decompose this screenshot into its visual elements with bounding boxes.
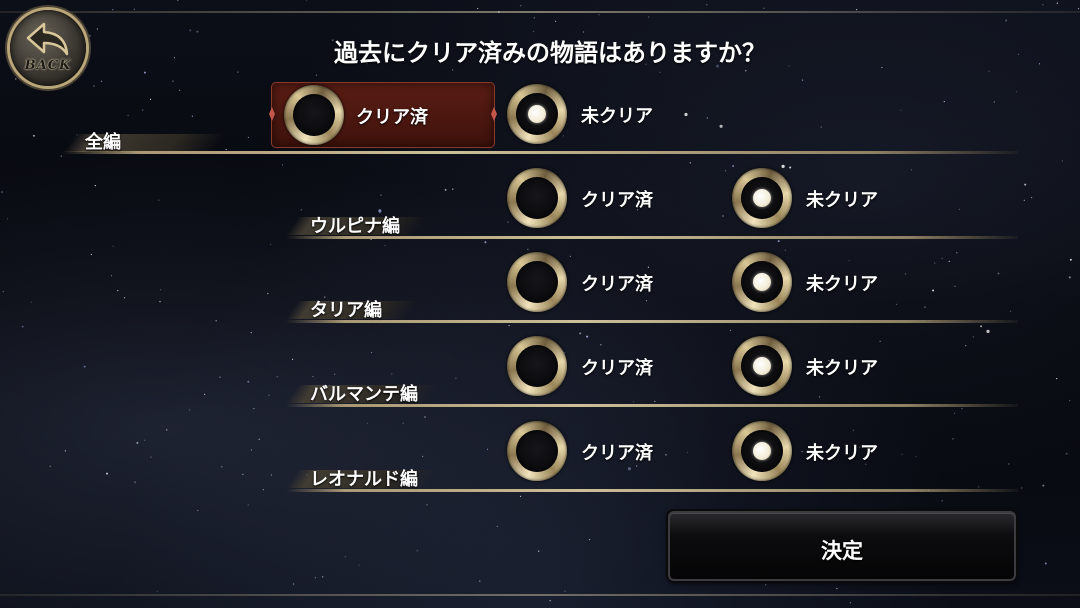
row-talia: タリア編 クリア済 未クリア [0,250,1080,340]
star [96,28,98,30]
option-talia-cleared[interactable]: クリア済 [507,250,717,314]
star [358,564,360,566]
star [477,7,479,10]
option-ulpina-not-cleared[interactable]: 未クリア [732,166,942,230]
star [189,29,192,32]
option-label: クリア済 [581,274,653,295]
row-leonardo: レオナルド編 クリア済 未クリア [0,419,1080,509]
radio-selected-dot-icon [528,105,546,123]
row-all: 全編 クリア済 未クリア [0,78,1080,168]
option-leonardo-not-cleared[interactable]: 未クリア [732,419,942,483]
star [745,70,747,72]
star [648,16,650,18]
star [496,525,498,527]
star [706,4,708,6]
star [315,74,317,76]
star [197,509,199,512]
star [237,71,239,73]
bottom-border [0,594,1080,596]
star [520,5,522,7]
radio-ring-icon [507,336,567,396]
page-title: 過去にクリア済みの物語はありますか？ [334,39,766,67]
radio-selected-dot-icon [753,442,771,460]
radio-selected-dot-icon [753,273,771,291]
star [538,550,540,552]
radio-ring-icon [507,421,567,481]
option-all-cleared[interactable]: クリア済 [271,82,495,148]
star [416,550,418,552]
option-talia-not-cleared[interactable]: 未クリア [732,250,942,314]
radio-selected-dot-icon [753,357,771,375]
star [836,587,838,590]
star [988,70,990,72]
star [659,71,661,73]
option-label: クリア済 [356,107,428,128]
radio-selected-dot-icon [753,189,771,207]
star [452,69,454,71]
row-label-balmante: バルマンテ編 [310,384,418,405]
option-label: クリア済 [581,443,653,464]
star [1077,8,1080,10]
option-label: 未クリア [806,358,878,379]
star [479,580,481,582]
star [314,577,317,579]
star [143,71,146,74]
option-balmante-cleared[interactable]: クリア済 [507,334,717,398]
option-label: 未クリア [806,443,878,464]
row-ulpina: ウルピナ編 クリア済 未クリア [0,166,1080,256]
row-label-leonardo: レオナルド編 [310,469,418,490]
confirm-button[interactable]: 決定 [668,511,1016,581]
star [156,590,158,592]
star [763,7,765,9]
star [765,584,767,586]
option-ulpina-cleared[interactable]: クリア済 [507,166,717,230]
star [1042,4,1044,6]
star [849,602,852,604]
radio-ring-icon [507,168,567,228]
row-label-all: 全編 [85,132,121,153]
option-balmante-not-cleared[interactable]: 未クリア [732,334,942,398]
option-label: 未クリア [581,106,653,127]
radio-ring-icon [284,85,344,145]
star [1044,562,1047,565]
confirm-label: 決定 [821,539,863,563]
star [177,0,179,2]
row-divider [62,151,1018,154]
top-border [0,11,1080,13]
option-label: 未クリア [806,274,878,295]
star [1005,19,1008,22]
option-label: クリア済 [581,190,653,211]
star [322,576,324,578]
option-label: 未クリア [806,190,878,211]
star [533,17,535,19]
game-screen: BACK 過去にクリア済みの物語はありますか？ 全編 クリア済 未クリア ウルピ… [0,0,1080,608]
star [305,0,308,1]
row-label-ulpina: ウルピナ編 [310,216,400,237]
star [549,600,551,602]
radio-ring-icon [507,252,567,312]
row-label-talia: タリア編 [310,300,382,321]
star [555,20,557,22]
star [293,583,295,585]
star [588,539,591,541]
star [564,590,566,592]
row-balmante: バルマンテ編 クリア済 未クリア [0,334,1080,424]
row-divider [286,320,1018,323]
option-leonardo-cleared[interactable]: クリア済 [507,419,717,483]
star [598,14,600,16]
star [1056,2,1058,4]
star [344,556,346,558]
star [133,8,135,10]
option-all-not-cleared[interactable]: 未クリア [507,82,717,146]
option-label: クリア済 [581,358,653,379]
